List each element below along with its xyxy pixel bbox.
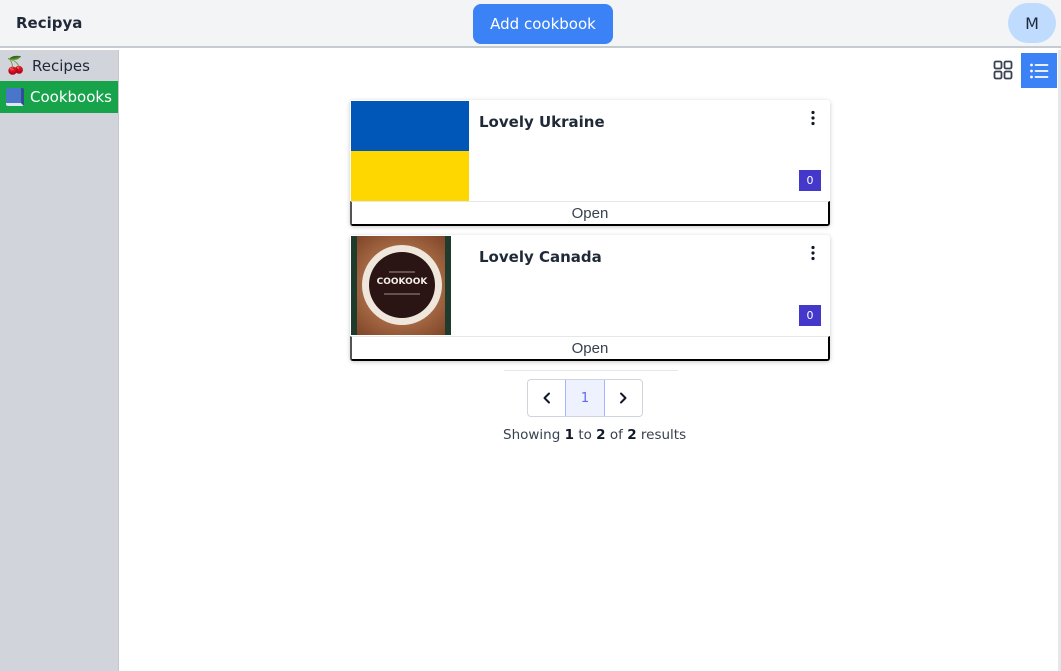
- open-cookbook-button[interactable]: Open: [350, 201, 830, 226]
- results-summary: Showing 1 to 2 of 2 results: [503, 427, 687, 443]
- next-page-button[interactable]: [605, 380, 642, 416]
- kebab-menu-icon: [811, 110, 815, 126]
- cookbook-cover-image[interactable]: COOKOOK: [351, 236, 451, 335]
- sidebar-item-label: Recipes: [32, 57, 90, 75]
- ukraine-flag-image[interactable]: [351, 101, 469, 201]
- grid-view-icon: [993, 60, 1013, 80]
- pagination-divider: [504, 370, 678, 371]
- recipe-count-badge: 0: [799, 170, 821, 191]
- sidebar-item-cookbooks[interactable]: Cookbooks: [0, 81, 118, 113]
- add-cookbook-button[interactable]: Add cookbook: [473, 4, 613, 44]
- user-avatar[interactable]: M: [1008, 3, 1056, 43]
- cookbook-card: COOKOOK Lovely Canada 0 Open: [350, 235, 830, 361]
- list-view-icon: [1030, 63, 1049, 78]
- cherries-icon: 🍒: [5, 56, 27, 76]
- grid-view-button[interactable]: [986, 53, 1020, 87]
- recipe-count-badge: 0: [799, 305, 821, 326]
- page-number-button[interactable]: 1: [565, 380, 605, 416]
- sidebar-item-recipes[interactable]: 🍒 Recipes: [0, 50, 118, 82]
- chevron-right-icon: [620, 392, 627, 404]
- open-cookbook-button[interactable]: Open: [350, 336, 830, 361]
- list-view-button[interactable]: [1021, 53, 1057, 88]
- kebab-menu-icon: [811, 245, 815, 261]
- cookbook-cover-art: COOKOOK: [351, 236, 451, 335]
- sidebar-item-label: Cookbooks: [30, 88, 112, 106]
- svg-text:COOKOOK: COOKOOK: [377, 277, 429, 287]
- sidebar: 🍒 Recipes Cookbooks: [0, 50, 119, 671]
- more-options-button[interactable]: [805, 108, 821, 128]
- chevron-left-icon: [543, 392, 550, 404]
- brand-logo-text[interactable]: Recipya: [16, 14, 82, 32]
- cookbook-title[interactable]: Lovely Canada: [479, 248, 602, 266]
- blue-book-icon: [6, 88, 24, 106]
- pagination: 1: [527, 379, 643, 417]
- cookbook-title[interactable]: Lovely Ukraine: [479, 113, 605, 131]
- top-bar: Recipya Add cookbook M: [0, 0, 1061, 48]
- previous-page-button[interactable]: [528, 380, 565, 416]
- cookbook-card: Lovely Ukraine 0 Open: [350, 100, 830, 226]
- more-options-button[interactable]: [805, 243, 821, 263]
